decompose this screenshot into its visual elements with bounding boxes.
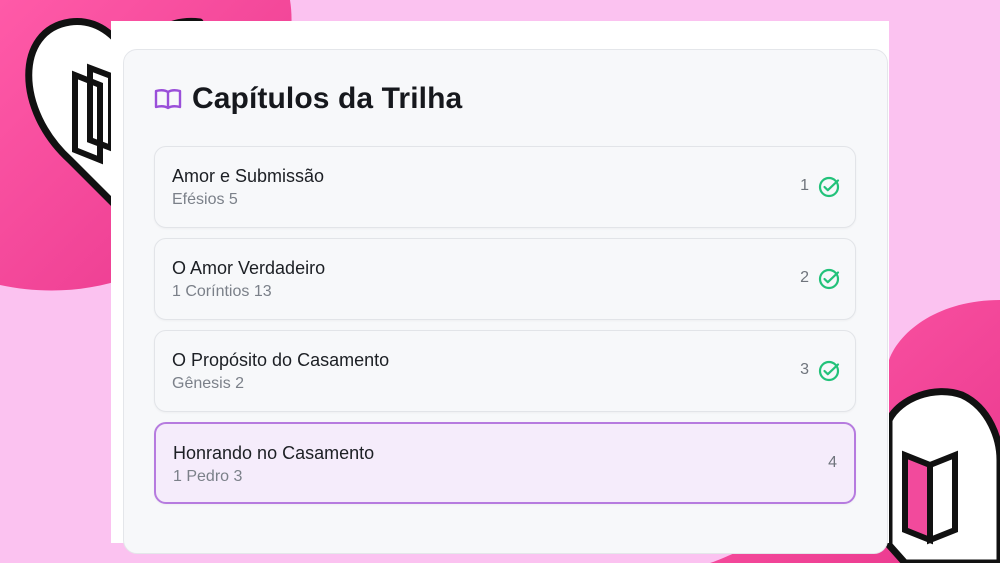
check-circle-icon	[818, 360, 840, 382]
check-circle-icon	[818, 176, 840, 198]
chapter-reference: Gênesis 2	[172, 375, 245, 392]
chapters-panel: Capítulos da Trilha Amor e Submissão Efé…	[123, 49, 888, 554]
chapter-item[interactable]: Amor e Submissão Efésios 5 1	[154, 146, 856, 228]
chapter-reference: Efésios 5	[172, 191, 238, 208]
chapter-title: Honrando no Casamento	[173, 443, 375, 463]
chapter-item[interactable]: O Propósito do Casamento Gênesis 2 3	[154, 330, 856, 412]
chapter-number: 1	[800, 177, 809, 194]
chapter-title: O Amor Verdadeiro	[172, 258, 326, 278]
panel-header: Capítulos da Trilha	[154, 82, 462, 116]
chapter-title: Amor e Submissão	[172, 166, 325, 186]
heart-book-icon	[885, 388, 1000, 563]
open-book-icon	[154, 87, 182, 111]
chapter-number: 2	[800, 269, 809, 286]
chapter-reference: 1 Coríntios 13	[172, 283, 272, 300]
chapter-number: 3	[800, 361, 809, 378]
chapter-number: 4	[828, 454, 837, 471]
chapter-reference: 1 Pedro 3	[173, 468, 243, 485]
page-title: Capítulos da Trilha	[192, 82, 463, 115]
content-frame: Capítulos da Trilha Amor e Submissão Efé…	[111, 21, 889, 554]
check-circle-icon	[818, 268, 840, 290]
chapter-item[interactable]: O Amor Verdadeiro 1 Coríntios 13 2	[154, 238, 856, 320]
chapter-item-active[interactable]: Honrando no Casamento 1 Pedro 3 4	[154, 422, 856, 504]
chapter-list: Amor e Submissão Efésios 5 1 O Amor Verd…	[154, 146, 856, 514]
chapter-title: O Propósito do Casamento	[172, 350, 390, 370]
